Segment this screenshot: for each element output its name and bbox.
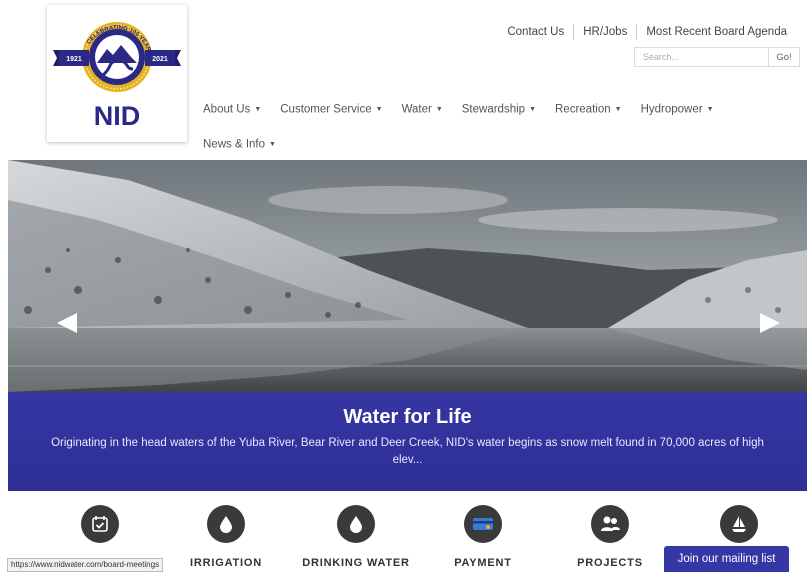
nav-stewardship[interactable]: Stewardship ▼ — [462, 101, 536, 119]
join-mailing-list-button[interactable]: Join our mailing list — [664, 546, 789, 572]
quick-link-payment[interactable]: PAYMENT — [446, 505, 520, 569]
hero-description: Originating in the head waters of the Yu… — [51, 437, 764, 466]
hero-caption: Water for Life Originating in the head w… — [8, 392, 807, 491]
quick-link-recreation[interactable] — [719, 505, 759, 543]
caret-down-icon: ▼ — [435, 106, 443, 113]
water-drop-icon — [207, 505, 245, 543]
quick-link-drinking-water[interactable]: DRINKING WATER — [296, 505, 416, 569]
calendar-check-icon — [81, 505, 119, 543]
nav-about-us[interactable]: About Us ▼ — [203, 101, 261, 119]
caret-down-icon: ▼ — [614, 106, 622, 113]
search-go-button[interactable]: Go! — [768, 47, 800, 67]
nav-customer-service[interactable]: Customer Service ▼ — [280, 101, 382, 119]
caret-down-icon: ▼ — [529, 106, 536, 113]
hero-title[interactable]: Water for Life — [8, 406, 807, 429]
water-drop-icon — [337, 505, 375, 543]
sailboat-icon — [720, 505, 758, 543]
caret-down-icon: ▼ — [269, 140, 276, 148]
payment-card-icon — [464, 505, 502, 543]
logo-text: NID — [93, 101, 141, 131]
board-agenda-link[interactable]: Most Recent Board Agenda — [636, 24, 796, 40]
status-bar-url: https://www.nidwater.com/board-meetings — [7, 558, 164, 572]
hr-jobs-link[interactable]: HR/Jobs — [573, 24, 636, 40]
quick-link-label: DRINKING WATER — [302, 557, 410, 569]
carousel-next-arrow-icon[interactable] — [760, 313, 780, 333]
carousel-prev-arrow-icon[interactable] — [57, 313, 77, 333]
contact-us-link[interactable]: Contact Us — [498, 24, 573, 40]
quick-link-irrigation[interactable]: IRRIGATION — [186, 505, 266, 569]
quick-link-label: PROJECTS — [577, 557, 643, 569]
nav-water[interactable]: Water ▼ — [402, 101, 443, 119]
caret-down-icon: ▼ — [254, 106, 262, 113]
search-form: Go! — [634, 47, 800, 67]
logo-emblem-icon: 1921 2021 CELEBRATING 100 YEARS — [47, 5, 181, 92]
quick-link-label: IRRIGATION — [190, 557, 262, 569]
nid-logo[interactable]: 1921 2021 CELEBRATING 100 YEARS NID — [47, 5, 187, 142]
caret-down-icon: ▼ — [375, 106, 383, 113]
hero-carousel: Water for Life Originating in the head w… — [8, 160, 807, 491]
svg-text:1921: 1921 — [66, 56, 82, 63]
nav-news-info[interactable]: News & Info ▼ — [203, 136, 276, 154]
people-icon — [591, 505, 629, 543]
search-input[interactable] — [634, 47, 768, 67]
utility-links: Contact Us HR/Jobs Most Recent Board Age… — [498, 24, 796, 40]
quick-link-board-meetings[interactable] — [80, 505, 120, 543]
quick-link-projects[interactable]: PROJECTS — [572, 505, 648, 569]
quick-link-label: PAYMENT — [454, 557, 512, 569]
svg-text:2021: 2021 — [152, 56, 168, 63]
nav-hydropower[interactable]: Hydropower ▼ — [641, 101, 714, 119]
nav-recreation[interactable]: Recreation ▼ — [555, 101, 622, 119]
caret-down-icon: ▼ — [706, 106, 714, 113]
